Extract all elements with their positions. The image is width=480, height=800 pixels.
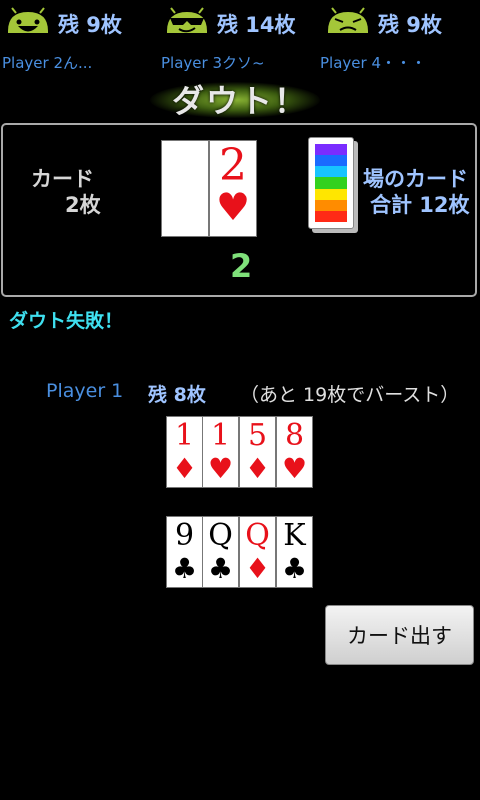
card-rank: 9 [174,518,195,553]
android-sunglasses-icon [167,7,207,33]
opponent-3-status: 残 14枚 [165,4,296,44]
played-card: 2 ♣ [161,140,209,237]
card-rank: 2 [171,140,199,191]
heart-icon: ♥ [215,185,251,229]
pile-stripe [315,144,347,156]
card-pile [308,137,360,235]
player-name: Player 1 [46,380,124,402]
opponent-name: Player 3クソ~ [161,54,265,72]
android-worried-icon [328,7,368,33]
opponent-2-status: 残 9枚 [6,4,122,44]
hand-card[interactable]: 1 ♥ [202,416,239,488]
card-rank: 2 [219,140,247,191]
club-icon: ♣ [167,185,203,229]
opponent-count: 残 9枚 [58,13,122,37]
pile-stripe [315,210,347,222]
play-cards-button[interactable]: カード出す [325,605,474,665]
pile-stripe [315,177,347,189]
played-cards-count: 2枚 [65,193,101,217]
card-rank: K [283,518,306,553]
diamond-icon: ♦ [244,452,271,485]
opponent-name: Player 4・・・ [320,54,426,72]
hand-card[interactable]: Q ♣ [202,516,239,588]
pile-card-back [315,144,347,222]
diamond-icon: ♦ [171,452,198,485]
club-icon: ♣ [171,552,198,585]
hand-card[interactable]: 1 ♦ [166,416,203,488]
play-field-panel: カード 2枚 2 ♣ 2 ♥ 2 場のカード 合計 12枚 [1,123,477,297]
club-icon: ♣ [281,552,308,585]
club-icon: ♣ [207,552,234,585]
heart-icon: ♥ [207,452,234,485]
opponent-count: 残 14枚 [217,13,296,37]
hand-card[interactable]: K ♣ [276,516,313,588]
card-rank: Q [245,518,270,553]
android-happy-icon [8,7,48,33]
opponent-4-status: 残 9枚 [326,4,442,44]
pile-stripe [315,166,347,178]
hand-card[interactable]: 8 ♥ [276,416,313,488]
card-rank: 1 [210,418,231,453]
opponent-name: Player 2ん... [2,54,93,72]
heart-icon: ♥ [281,452,308,485]
status-message: ダウト失敗！ [9,310,124,332]
burst-note: （あと 19枚でバースト） [240,384,460,406]
pile-stripe [315,199,347,211]
banner-title: ダウト！ [171,82,308,120]
diamond-icon: ♦ [244,552,271,585]
opponent-count: 残 9枚 [378,13,442,37]
pile-total: 合計 12枚 [370,193,470,217]
card-rank: 8 [284,418,305,453]
played-card: 2 ♥ [209,140,257,237]
player-remaining: 残 8枚 [148,384,206,406]
card-rank: 5 [247,418,268,453]
pile-stripe [315,155,347,167]
doubt-banner: ダウト！ [0,74,480,120]
pile-stripe [315,188,347,200]
declared-number: 2 [230,247,253,285]
hand-card[interactable]: 5 ♦ [239,416,276,488]
hand-card[interactable]: 9 ♣ [166,516,203,588]
card-rank: Q [208,518,233,553]
card-rank: 1 [174,418,195,453]
hand-card[interactable]: Q ♦ [239,516,276,588]
